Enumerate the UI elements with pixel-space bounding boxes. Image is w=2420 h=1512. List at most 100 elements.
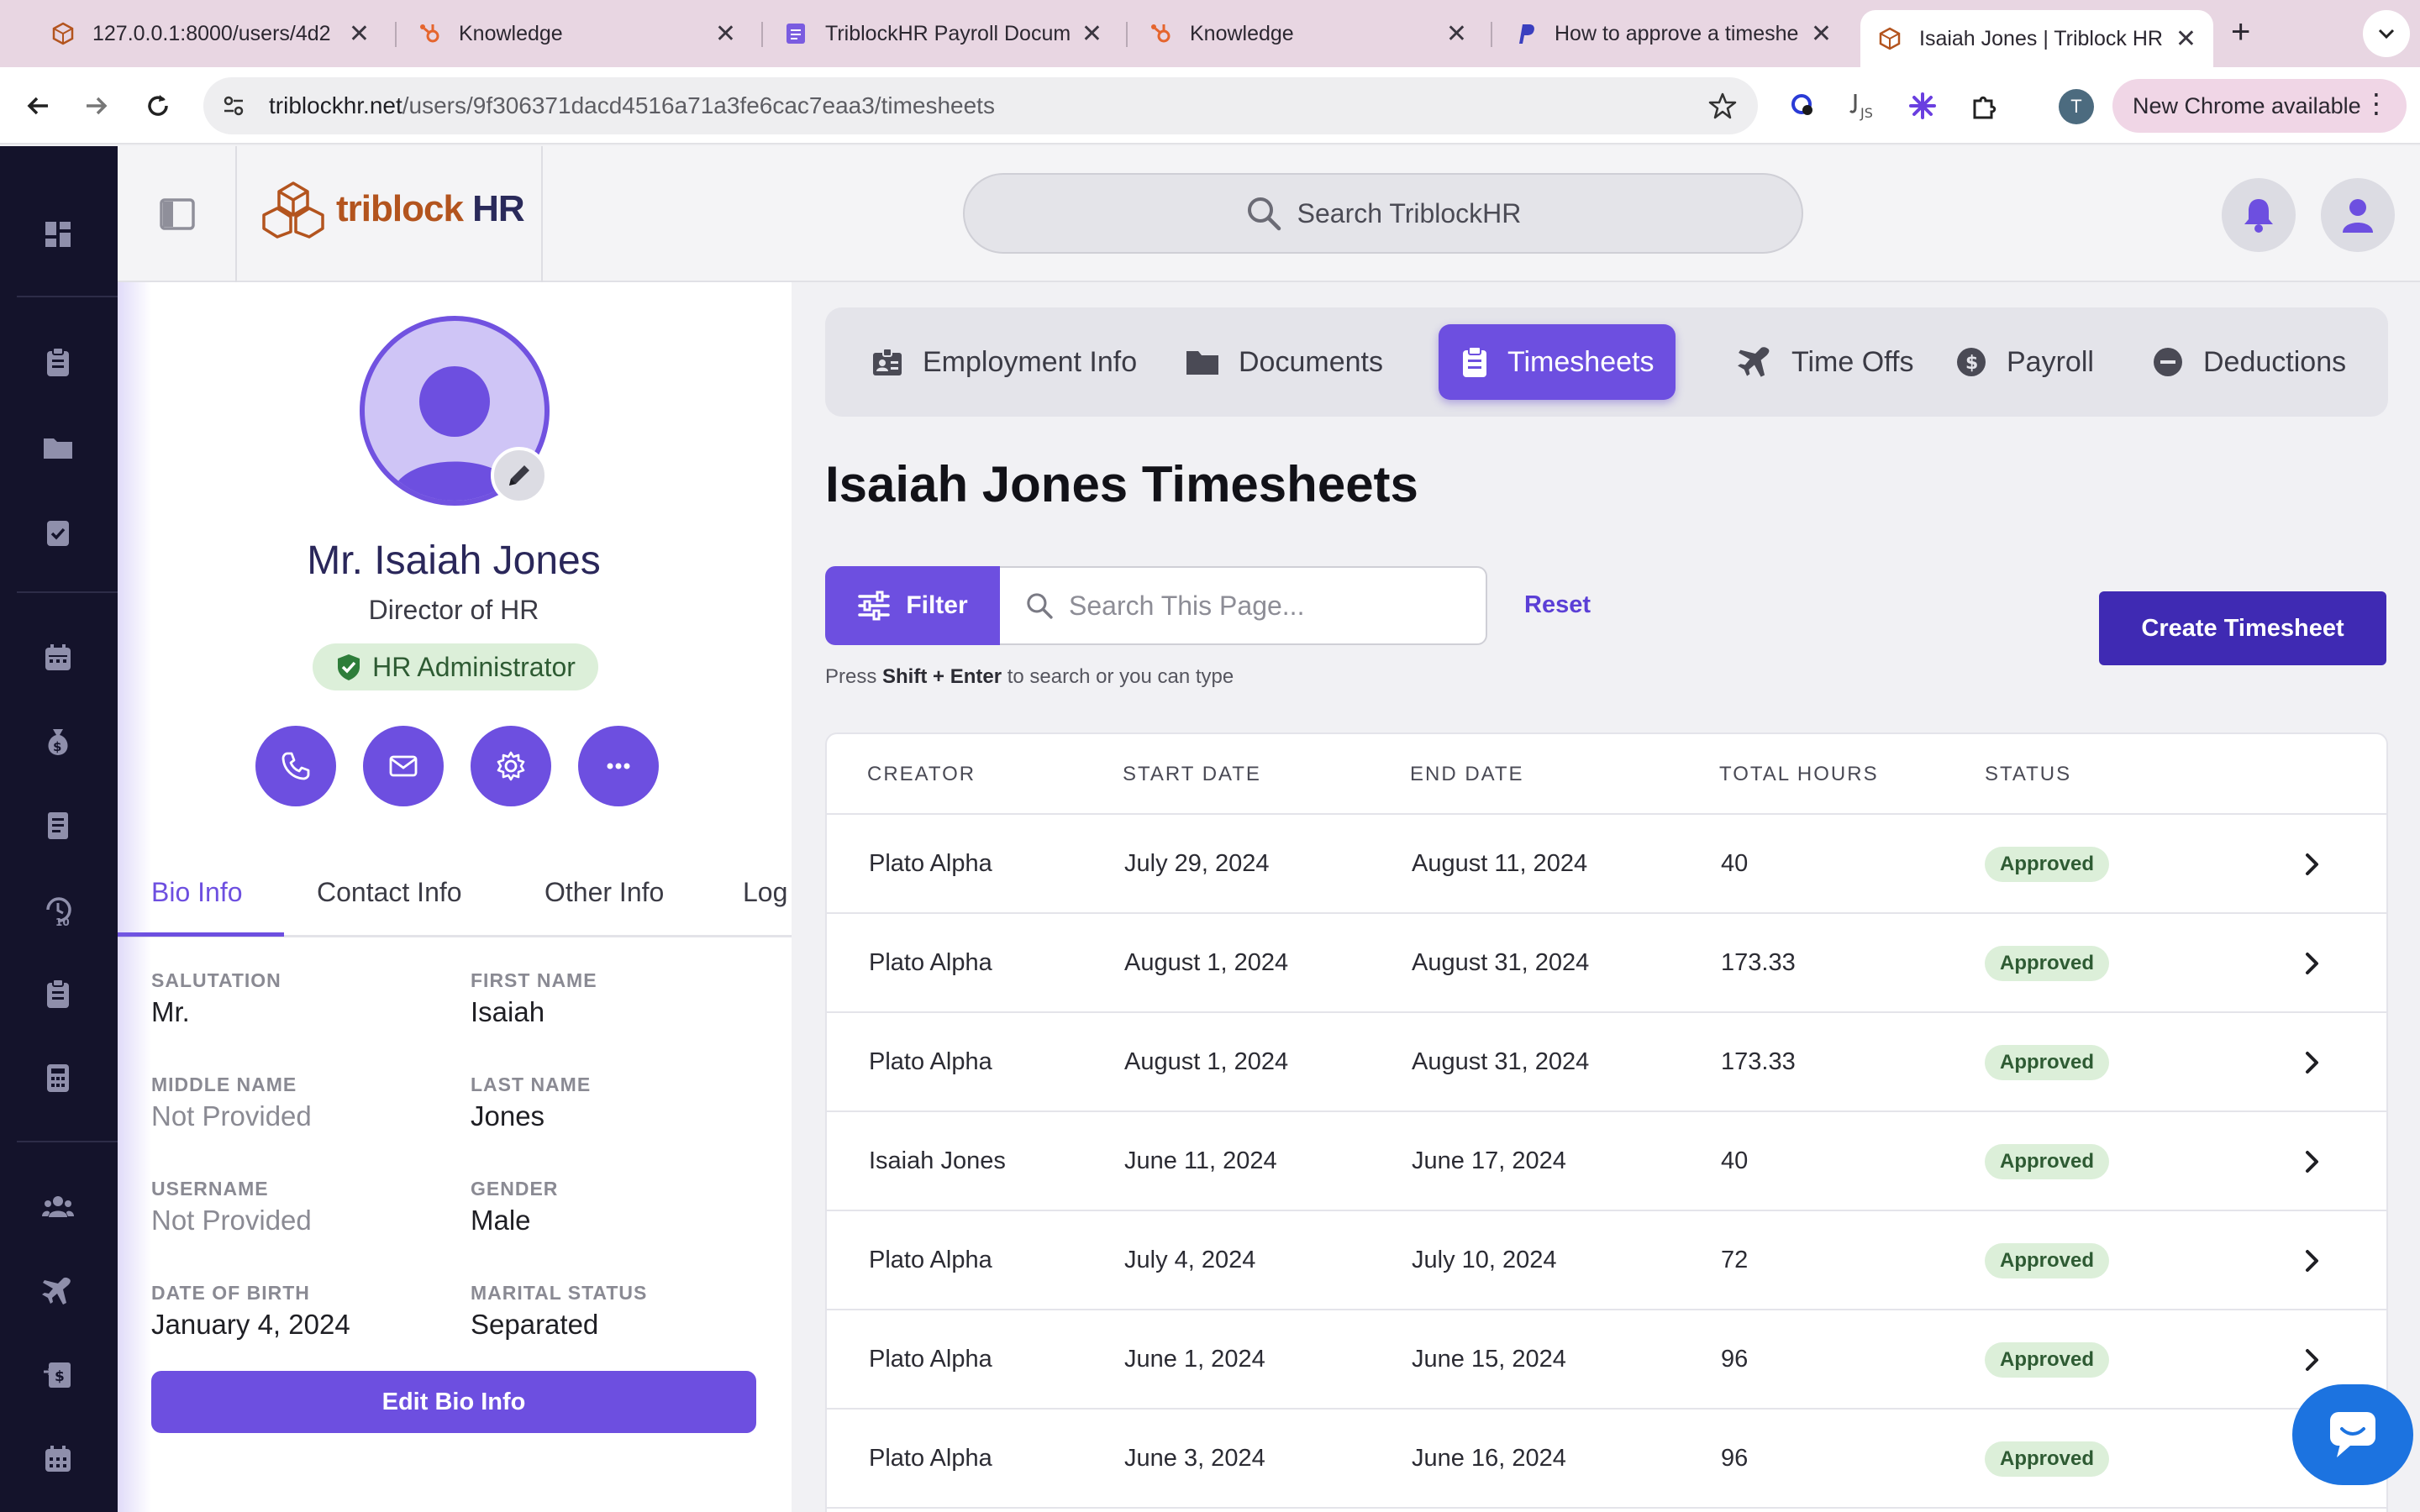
sliders-icon xyxy=(858,591,891,621)
edit-avatar-button[interactable] xyxy=(491,447,548,504)
bookmark-star-icon[interactable] xyxy=(1707,91,1738,125)
calendar-grid-icon[interactable] xyxy=(39,1440,77,1478)
plane-icon[interactable] xyxy=(39,1272,77,1310)
triblockhr-logo[interactable]: triblock HR xyxy=(260,180,525,239)
browser-tab-label: How to approve a timeshe xyxy=(1555,21,1799,45)
email-button[interactable] xyxy=(363,726,444,806)
tab-search-button[interactable] xyxy=(2363,10,2410,57)
browser-tab[interactable]: TriblockHR Payroll Docum ✕ xyxy=(766,12,1119,55)
edit-bio-button[interactable]: Edit Bio Info xyxy=(151,1371,756,1433)
new-tab-button[interactable]: + xyxy=(2231,13,2250,51)
reload-button[interactable] xyxy=(138,86,178,126)
tab-contact-info[interactable]: Contact Info xyxy=(317,877,462,908)
browser-tab[interactable]: How to approve a timeshe ✕ xyxy=(1496,12,1849,55)
filter-button[interactable]: Filter xyxy=(825,566,1000,645)
reset-link[interactable]: Reset xyxy=(1524,591,1591,619)
close-icon[interactable]: ✕ xyxy=(349,19,370,49)
chevron-right-icon[interactable] xyxy=(2297,850,2326,879)
tab-payroll[interactable]: $ Payroll xyxy=(1933,324,2116,400)
money-transfer-icon[interactable]: $ xyxy=(39,1356,77,1394)
tab-other-info[interactable]: Other Info xyxy=(544,877,664,908)
sidebar-toggle-icon[interactable] xyxy=(158,195,197,234)
table-row[interactable]: Isaiah Jones June 11, 2024 June 17, 2024 40… xyxy=(827,1112,2386,1211)
browser-tab[interactable]: 127.0.0.1:8000/users/4d2 ✕ xyxy=(34,12,387,55)
dashboard-icon[interactable] xyxy=(39,215,77,254)
tab-time-offs[interactable]: Time Offs xyxy=(1716,324,1935,400)
extensions-puzzle-icon[interactable] xyxy=(1968,89,2002,123)
extension-asterisk-icon[interactable] xyxy=(1906,89,1939,123)
clipboard-icon[interactable] xyxy=(39,343,77,381)
column-header-end-date[interactable]: END DATE xyxy=(1410,763,1524,786)
calculator-icon[interactable] xyxy=(39,1058,77,1097)
chevron-right-icon[interactable] xyxy=(2297,1048,2326,1077)
tab-employment-info[interactable]: Employment Info xyxy=(849,324,1159,400)
column-header-creator[interactable]: CREATOR xyxy=(867,763,976,786)
close-icon[interactable]: ✕ xyxy=(1081,19,1102,49)
browser-profile-avatar[interactable]: T xyxy=(2059,89,2094,124)
cell-start-date: June 11, 2024 xyxy=(1124,1147,1277,1174)
timesheet-icon[interactable] xyxy=(39,974,77,1013)
app-header: triblock HR Search TriblockHR xyxy=(118,146,2420,282)
hubspot-icon xyxy=(417,21,442,46)
money-bag-icon[interactable]: $ xyxy=(39,722,77,761)
users-icon[interactable] xyxy=(39,1188,77,1226)
column-header-status[interactable]: STATUS xyxy=(1985,763,2071,786)
cell-end-date: July 10, 2024 xyxy=(1412,1247,1557,1273)
notifications-button[interactable] xyxy=(2222,178,2296,252)
checklist-icon[interactable] xyxy=(39,512,77,551)
close-icon[interactable]: ✕ xyxy=(1811,19,1832,49)
tab-timesheets[interactable]: Timesheets xyxy=(1439,324,1676,400)
chevron-right-icon[interactable] xyxy=(2297,1247,2326,1275)
tab-deductions[interactable]: Deductions xyxy=(2129,324,2368,400)
tab-log[interactable]: Log xyxy=(743,877,792,908)
more-actions-button[interactable] xyxy=(578,726,659,806)
column-header-start-date[interactable]: START DATE xyxy=(1123,763,1261,786)
chat-widget-button[interactable] xyxy=(2292,1384,2413,1485)
chrome-update-button[interactable]: New Chrome available ⋮ xyxy=(2112,79,2407,133)
tab-bio-info[interactable]: Bio Info xyxy=(151,877,243,908)
call-button[interactable] xyxy=(255,726,336,806)
extension-js-icon[interactable]: JS xyxy=(1847,89,1881,123)
close-icon[interactable]: ✕ xyxy=(715,19,736,49)
column-header-total-hours[interactable]: TOTAL HOURS xyxy=(1719,763,1879,786)
ellipsis-icon xyxy=(607,763,630,769)
table-row[interactable]: Plato Alpha July 29, 2024 August 11, 2024 4… xyxy=(827,815,2386,914)
browser-tab-active[interactable]: Isaiah Jones | Triblock HR ✕ xyxy=(1860,10,2213,67)
status-badge: Approved xyxy=(1985,1144,2110,1179)
cell-start-date: August 1, 2024 xyxy=(1124,1048,1289,1075)
table-row[interactable]: Plato Alpha July 4, 2024 July 10, 2024 72 Ap… xyxy=(827,1211,2386,1310)
browser-tab[interactable]: Knowledge ✕ xyxy=(400,12,753,55)
table-row[interactable]: Plato Alpha August 1, 2024 August 31, 2024… xyxy=(827,1013,2386,1112)
site-info-icon[interactable] xyxy=(217,89,250,123)
folder-icon[interactable] xyxy=(39,428,77,467)
chevron-right-icon[interactable] xyxy=(2297,949,2326,978)
extension-lens-icon[interactable] xyxy=(1786,89,1820,123)
tab-label: Time Offs xyxy=(1791,345,1914,378)
status-badge: Approved xyxy=(1985,1342,2110,1378)
global-search[interactable]: Search TriblockHR xyxy=(963,173,1803,254)
tab-documents[interactable]: Documents xyxy=(1163,324,1405,400)
table-row[interactable]: Plato Alpha August 1, 2024 August 31, 2024… xyxy=(827,914,2386,1013)
cell-start-date: August 1, 2024 xyxy=(1124,949,1289,976)
table-row[interactable]: Plato Alpha June 1, 2024 June 15, 2024 96 Ap… xyxy=(827,1310,2386,1410)
page-search[interactable] xyxy=(1000,566,1487,645)
page-search-input[interactable] xyxy=(1069,590,1455,622)
create-timesheet-button[interactable]: Create Timesheet xyxy=(2099,591,2386,665)
history-10-icon[interactable]: 10 xyxy=(39,890,77,929)
browser-tab[interactable]: Knowledge ✕ xyxy=(1131,12,1484,55)
table-row[interactable]: Plato Alpha June 3, 2024 June 16, 2024 96 Ap… xyxy=(827,1410,2386,1509)
receipt-icon[interactable] xyxy=(39,806,77,845)
back-button[interactable] xyxy=(18,86,59,126)
calendar-icon[interactable] xyxy=(39,638,77,677)
chevron-right-icon[interactable] xyxy=(2297,1346,2326,1374)
address-bar[interactable]: triblockhr.net/users/9f306371dacd4516a71… xyxy=(203,77,1758,134)
svg-text:$: $ xyxy=(1965,353,1978,374)
user-menu-button[interactable] xyxy=(2321,178,2395,252)
kebab-menu-icon[interactable]: ⋮ xyxy=(2363,90,2390,117)
close-icon[interactable]: ✕ xyxy=(2175,24,2196,54)
settings-button[interactable] xyxy=(471,726,551,806)
chevron-right-icon[interactable] xyxy=(2297,1147,2326,1176)
hint-prefix: Press xyxy=(825,665,883,688)
close-icon[interactable]: ✕ xyxy=(1446,19,1467,49)
forward-button[interactable] xyxy=(76,86,116,126)
